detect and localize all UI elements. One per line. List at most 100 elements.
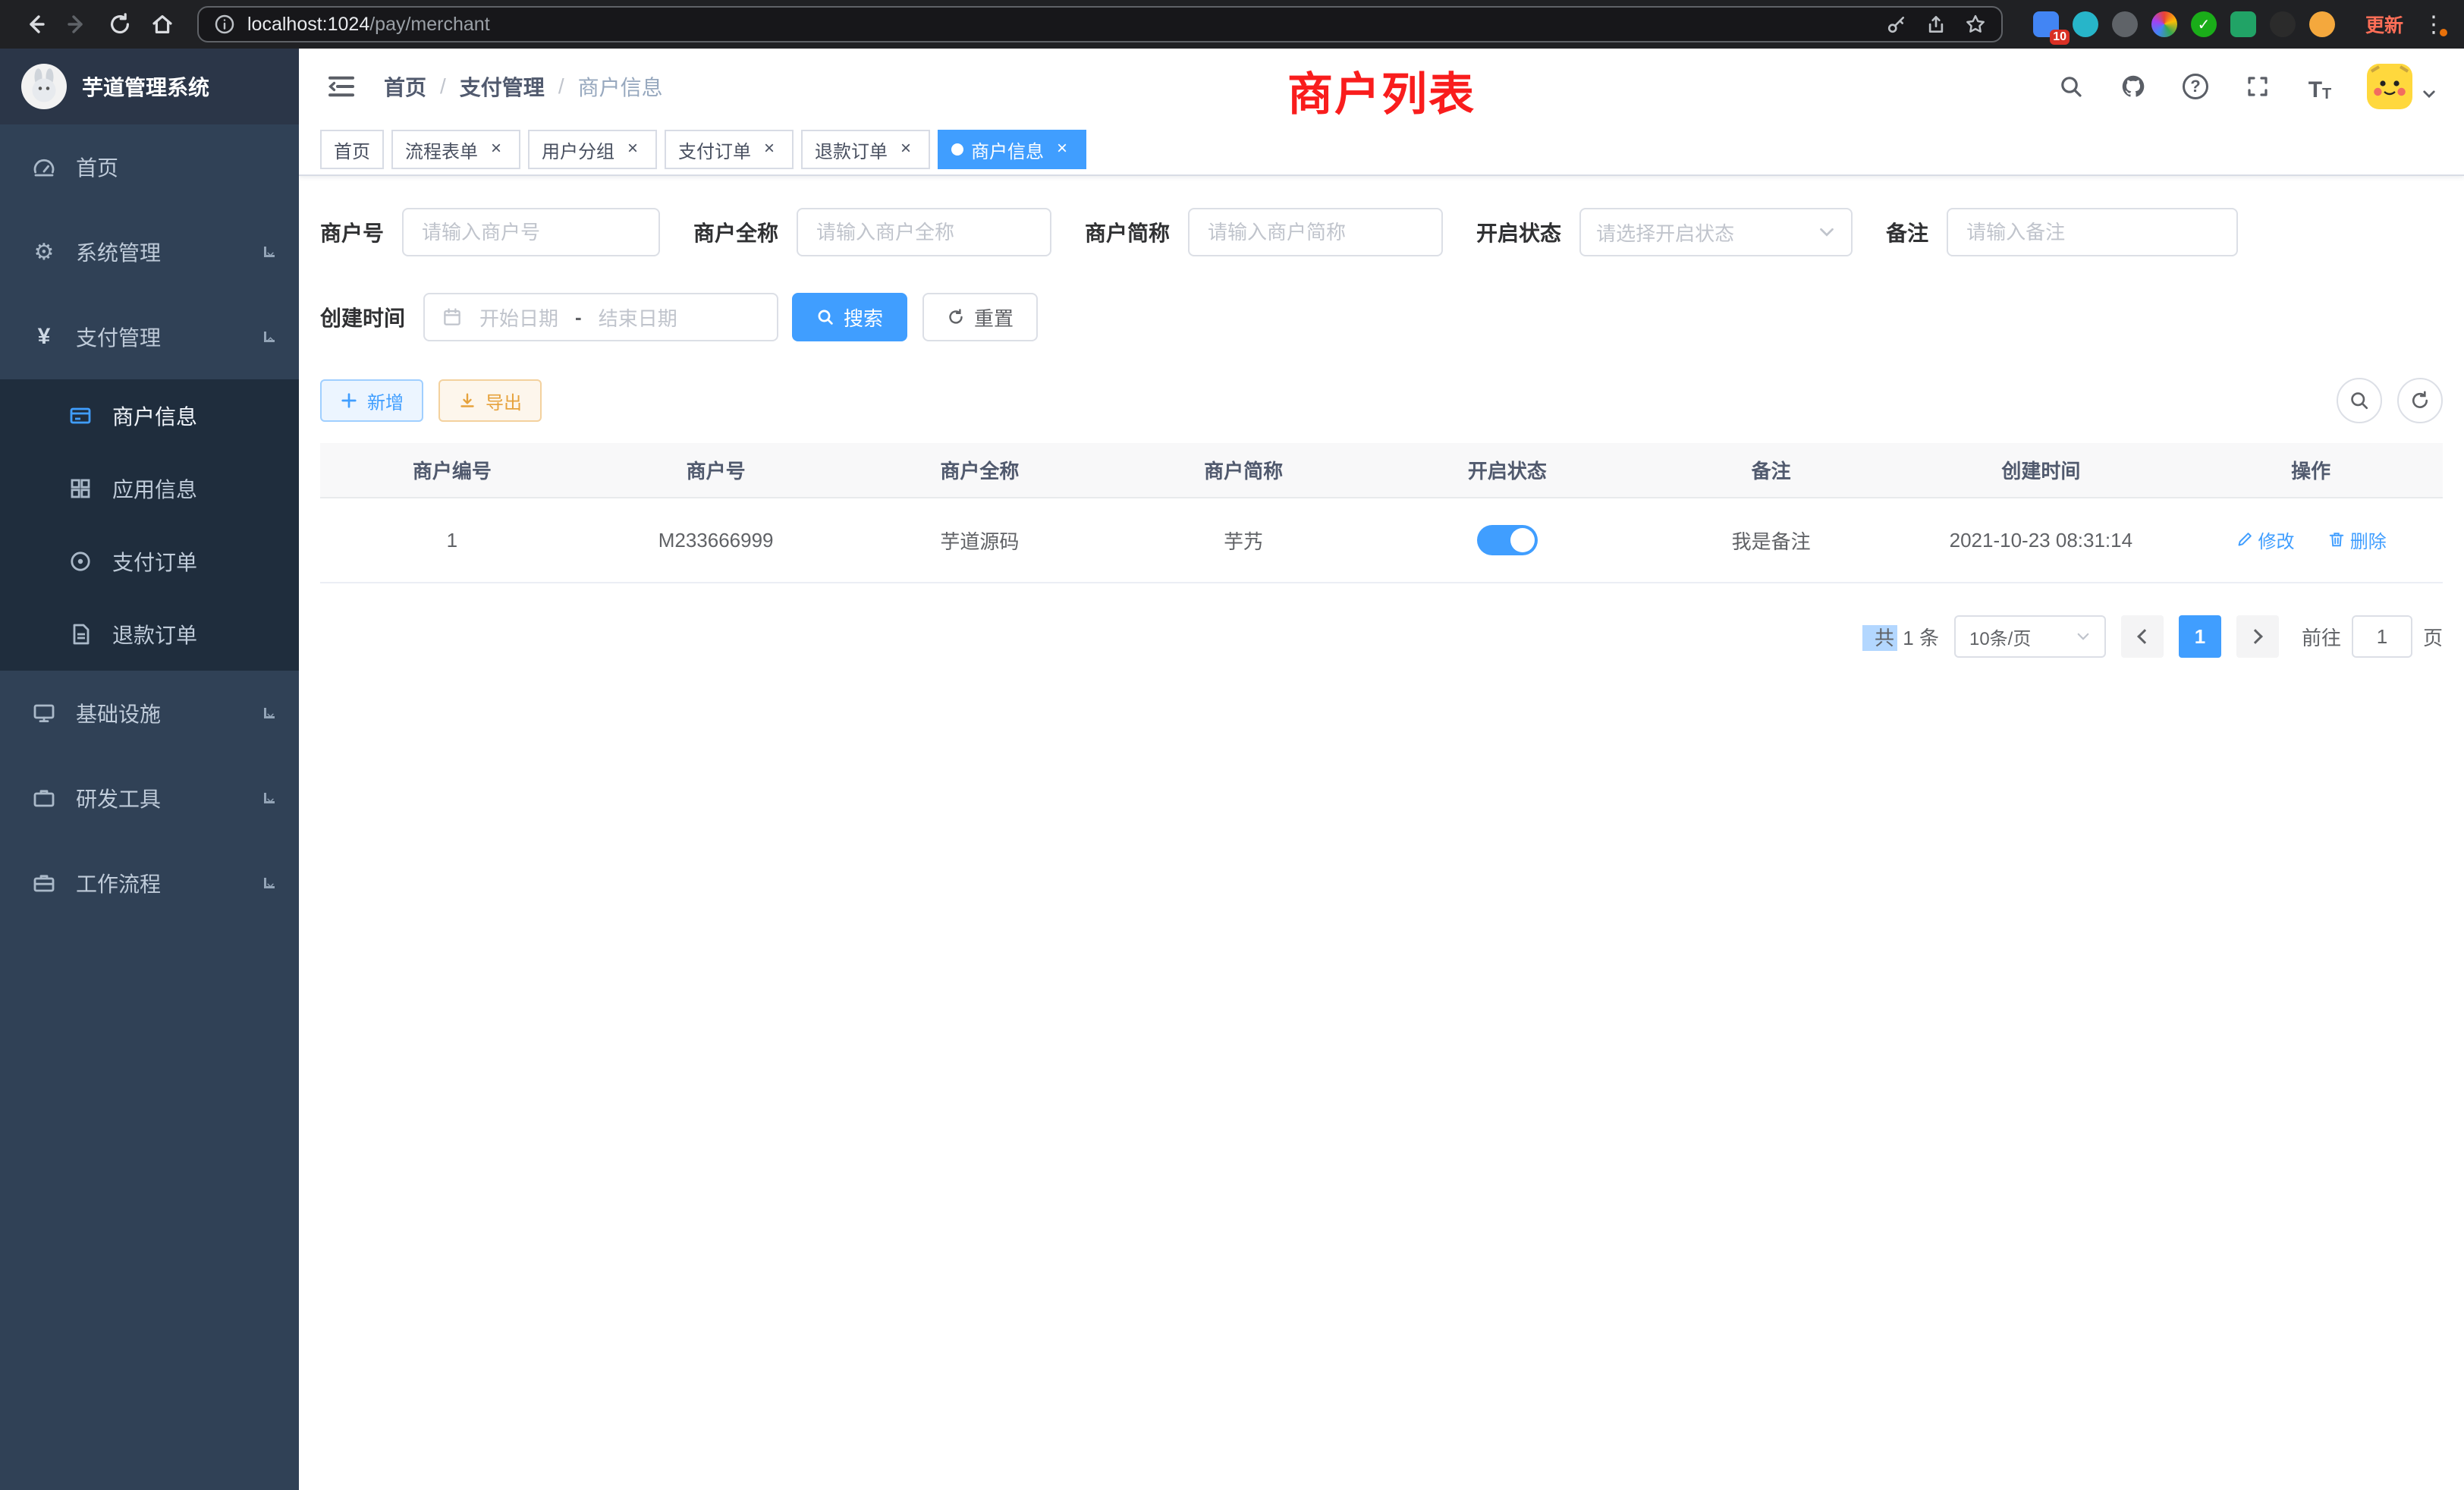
chevron-down-icon	[264, 793, 275, 803]
filter-label: 商户全称	[693, 217, 778, 247]
breadcrumb-item[interactable]: 支付管理	[460, 71, 545, 102]
yen-icon: ¥	[30, 323, 58, 350]
tab-label: 支付订单	[678, 137, 751, 163]
export-button[interactable]: 导出	[438, 379, 542, 422]
browser-menu-icon[interactable]: ⋮	[2418, 11, 2449, 38]
refresh-table-button[interactable]	[2397, 378, 2443, 423]
avatar-image	[2367, 64, 2412, 109]
sidebar-item-refund-orders[interactable]: 退款订单	[0, 598, 299, 671]
date-start-placeholder: 开始日期	[479, 303, 558, 332]
next-page-button[interactable]	[2236, 615, 2279, 658]
goto-page-input[interactable]	[2352, 615, 2412, 658]
browser-update-button[interactable]: 更新	[2365, 11, 2403, 38]
browser-back-icon[interactable]	[15, 5, 55, 44]
short-name-input[interactable]	[1188, 208, 1443, 256]
column-header: 商户全称	[848, 443, 1112, 498]
plus-icon	[340, 391, 358, 410]
tab-home[interactable]: 首页	[320, 130, 384, 169]
browser-reload-icon[interactable]	[100, 5, 140, 44]
table-header-row: 商户编号 商户号 商户全称 商户简称 开启状态 备注 创建时间 操作	[320, 443, 2443, 498]
extension-icon[interactable]	[2151, 11, 2177, 37]
close-icon[interactable]: ×	[759, 139, 780, 160]
close-icon[interactable]: ×	[486, 139, 507, 160]
font-size-icon[interactable]: TT	[2305, 71, 2335, 102]
column-header: 商户号	[584, 443, 848, 498]
sidebar-item-app-info[interactable]: 应用信息	[0, 452, 299, 525]
sidebar-logo[interactable]: 芋道管理系统	[0, 49, 299, 124]
reset-button[interactable]: 重置	[922, 293, 1038, 341]
status-toggle[interactable]	[1477, 525, 1538, 555]
tab-refund-orders[interactable]: 退款订单 ×	[801, 130, 930, 169]
download-icon	[458, 391, 476, 410]
chevron-down-icon	[264, 247, 275, 257]
sidebar-item-payment-orders[interactable]: 支付订单	[0, 525, 299, 598]
sidebar-item-label: 支付管理	[76, 322, 161, 352]
merchant-no-input[interactable]	[402, 208, 660, 256]
page-number-button[interactable]: 1	[2179, 615, 2221, 658]
full-name-input[interactable]	[797, 208, 1051, 256]
filter-label: 创建时间	[320, 302, 405, 332]
cell-short-name: 芋艿	[1111, 498, 1375, 583]
close-icon[interactable]: ×	[1051, 139, 1073, 160]
sidebar-item-label: 首页	[76, 152, 118, 182]
share-icon[interactable]	[1925, 14, 1947, 35]
remark-input[interactable]	[1947, 208, 2238, 256]
tab-user-group[interactable]: 用户分组×	[528, 130, 657, 169]
bookmark-star-icon[interactable]	[1965, 14, 1986, 35]
toolbox-icon	[30, 784, 58, 812]
close-icon[interactable]: ×	[895, 139, 916, 160]
profile-avatar-icon[interactable]	[2309, 11, 2335, 37]
status-select[interactable]: 请选择开启状态	[1579, 208, 1853, 256]
extension-icon[interactable]	[2073, 11, 2098, 37]
search-icon	[816, 308, 834, 326]
github-icon[interactable]	[2118, 71, 2148, 102]
reset-button-label: 重置	[974, 303, 1014, 332]
edit-link[interactable]: 修改	[2236, 527, 2295, 553]
sidebar-item-system[interactable]: ⚙ 系统管理	[0, 209, 299, 294]
hamburger-icon[interactable]	[326, 71, 357, 102]
url-bar[interactable]: localhost:1024/pay/merchant	[197, 6, 2003, 42]
browser-forward-icon[interactable]	[58, 5, 97, 44]
delete-icon	[2327, 530, 2346, 549]
user-avatar[interactable]	[2367, 64, 2437, 109]
sidebar-item-home[interactable]: 首页	[0, 124, 299, 209]
extension-icon[interactable]	[2270, 11, 2296, 37]
app-header: 首页 / 支付管理 / 商户信息 商户列表 ? TT	[299, 49, 2464, 124]
cell-merchant-no: M233666999	[584, 498, 848, 583]
close-icon[interactable]: ×	[622, 139, 643, 160]
select-placeholder: 请选择开启状态	[1596, 218, 1734, 247]
extension-icon[interactable]: ✓	[2191, 11, 2217, 37]
add-button[interactable]: 新增	[320, 379, 423, 422]
refresh-icon	[2409, 390, 2431, 411]
url-text: localhost:1024/pay/merchant	[247, 14, 490, 36]
password-key-icon[interactable]	[1886, 14, 1907, 35]
sidebar-item-payment[interactable]: ¥ 支付管理	[0, 294, 299, 379]
sidebar-item-infrastructure[interactable]: 基础设施	[0, 671, 299, 756]
create-time-range-picker[interactable]: 开始日期 - 结束日期	[423, 293, 778, 341]
sidebar-item-label: 支付订单	[112, 546, 197, 577]
tab-label: 退款订单	[815, 137, 888, 163]
extension-icon[interactable]	[2112, 11, 2138, 37]
browser-home-icon[interactable]	[143, 5, 182, 44]
tab-merchant-info[interactable]: 商户信息×	[938, 130, 1086, 169]
page-size-value: 10条/页	[1969, 624, 2031, 650]
fullscreen-icon[interactable]	[2242, 71, 2273, 102]
site-info-icon[interactable]	[214, 14, 235, 35]
prev-page-button[interactable]	[2121, 615, 2164, 658]
help-icon[interactable]: ?	[2180, 71, 2211, 102]
sidebar-item-merchant-info[interactable]: 商户信息	[0, 379, 299, 452]
page-size-select[interactable]: 10条/页	[1954, 615, 2106, 658]
sidebar-item-workflow[interactable]: 工作流程	[0, 841, 299, 926]
sidebar-item-label: 商户信息	[112, 401, 197, 431]
breadcrumb-item[interactable]: 首页	[384, 71, 426, 102]
search-button[interactable]: 搜索	[792, 293, 907, 341]
extension-icon[interactable]	[2230, 11, 2256, 37]
delete-link[interactable]: 删除	[2327, 527, 2387, 553]
breadcrumb-separator: /	[558, 74, 564, 99]
search-icon[interactable]	[2056, 71, 2086, 102]
toggle-search-button[interactable]	[2337, 378, 2382, 423]
tab-process-form[interactable]: 流程表单×	[391, 130, 520, 169]
tab-payment-orders[interactable]: 支付订单 ×	[665, 130, 794, 169]
extension-icon[interactable]: 10	[2033, 11, 2059, 37]
sidebar-item-dev-tools[interactable]: 研发工具	[0, 756, 299, 841]
